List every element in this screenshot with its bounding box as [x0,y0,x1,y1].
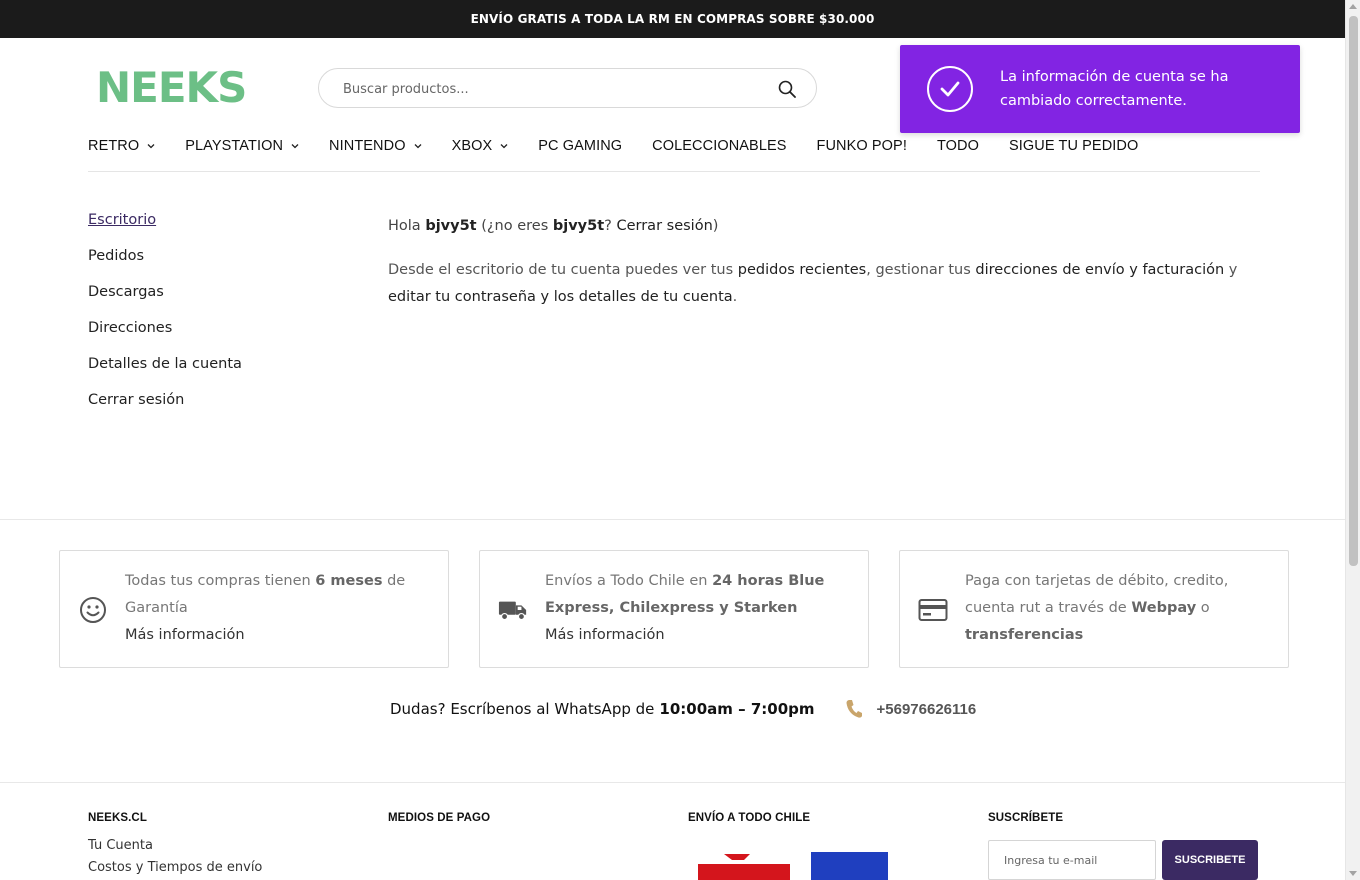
nav-item-label: XBOX [451,138,493,154]
smile-icon [80,597,106,623]
nav-item-label: PC GAMING [538,138,623,154]
more-info-link[interactable]: Más información [125,627,245,643]
username-repeat: bjvy5t [552,218,605,234]
footer-link-shipping[interactable]: Costos y Tiempos de envío [88,860,262,876]
feature-warranty: Todas tus compras tienen 6 meses de Gara… [59,550,449,668]
dashboard-description: Desde el escritorio de tu cuenta puedes … [388,262,1238,305]
footer-heading: SUSCRÍBETE [988,812,1064,824]
nav-item-label: TODO [936,138,979,154]
logo-image: NEEKS [96,63,247,112]
account-nav-orders[interactable]: Pedidos [88,246,348,282]
newsletter-email-input[interactable] [988,840,1156,880]
account-dashboard-content: Hola bjvy5t (¿no eres bjvy5t? Cerrar ses… [388,214,1268,311]
promo-text: ENVÍO GRATIS A TODA LA RM EN COMPRAS SOB… [470,12,875,26]
feature-payment: Paga con tarjetas de débito, credito, cu… [899,550,1289,668]
search-input[interactable] [343,79,763,99]
page: ENVÍO GRATIS A TODA LA RM EN COMPRAS SOB… [0,0,1345,880]
feature-text: Todas tus compras tienen 6 meses de Gara… [125,573,406,643]
feature-text: Envíos a Todo Chile en 24 horas Blue Exp… [545,573,825,643]
search-icon[interactable] [778,80,796,98]
courier-logos [698,852,888,880]
footer-col-neeks: NEEKS.CL Tu Cuenta Costos y Tiempos de e… [88,812,262,876]
nav-item-xbox[interactable]: XBOX [452,132,509,160]
svg-text:NEEKS: NEEKS [96,66,246,108]
features-band: Todas tus compras tienen 6 meses de Gara… [0,519,1345,783]
nav-item-pc-gaming[interactable]: PC GAMING [538,132,622,160]
account-nav-addresses[interactable]: Direcciones [88,318,348,354]
search-bar [318,68,817,108]
footer-link-account[interactable]: Tu Cuenta [88,838,262,854]
nav-item-coleccionables[interactable]: COLECCIONABLES [652,132,786,160]
username: bjvy5t [425,218,477,234]
business-hours: 10:00am – 7:00pm [659,700,815,718]
footer-col-payment: MEDIOS DE PAGO [388,812,490,824]
truck-icon [498,601,527,621]
credit-card-icon [918,599,948,621]
footer-heading: NEEKS.CL [88,812,147,824]
nav-item-label: NINTENDO [329,138,406,154]
nav-item-funko-pop[interactable]: FUNKO POP! [817,132,907,160]
account-nav-downloads[interactable]: Descargas [88,282,348,318]
nav-item-label: FUNKO POP! [816,138,907,154]
account-nav-logout[interactable]: Cerrar sesión [88,390,348,426]
feature-shipping: Envíos a Todo Chile en 24 horas Blue Exp… [479,550,869,668]
whatsapp-contact: Dudas? Escríbenos al WhatsApp de 10:00am… [390,700,977,718]
phone-icon [846,700,862,718]
nav-item-playstation[interactable]: PLAYSTATION [185,132,299,160]
promo-bar: ENVÍO GRATIS A TODA LA RM EN COMPRAS SOB… [0,0,1345,38]
edit-account-link[interactable]: editar tu contraseña y los detalles de t… [388,289,733,305]
footer-col-subscribe: SUSCRÍBETE [988,812,1063,824]
site-footer: NEEKS.CL Tu Cuenta Costos y Tiempos de e… [0,783,1345,880]
success-notification[interactable]: La información de cuenta se ha cambiado … [900,45,1300,133]
account-nav-account-details[interactable]: Detalles de la cuenta [88,354,348,390]
nav-item-label: COLECCIONABLES [652,138,787,154]
account-nav-dashboard[interactable]: Escritorio [88,210,348,246]
more-info-link[interactable]: Más información [545,627,665,643]
account-navigation: Escritorio Pedidos Descargas Direcciones… [88,210,348,426]
main-nav: RETRO PLAYSTATION NINTENDO XBOX PC GAMING COL… [88,132,1260,172]
scrollbar-thumb[interactable] [1349,16,1358,566]
footer-heading: MEDIOS DE PAGO [388,812,491,824]
logout-link[interactable]: Cerrar sesión [616,218,712,234]
greeting: Hola bjvy5t (¿no eres bjvy5t? Cerrar ses… [388,218,719,234]
scroll-down-arrow-icon[interactable] [1349,871,1357,876]
nav-item-nintendo[interactable]: NINTENDO [329,132,422,160]
site-logo[interactable]: NEEKS [96,63,258,112]
nav-item-label: SIGUE TU PEDIDO [1009,138,1139,154]
recent-orders-link[interactable]: pedidos recientes [738,262,866,278]
scroll-up-arrow-icon[interactable] [1349,4,1357,9]
chevron-down-icon [291,144,299,149]
chevron-down-icon [147,144,155,149]
payment-logos [428,870,668,880]
chevron-down-icon [500,144,508,149]
phone-number-link[interactable]: +56976626116 [877,701,977,718]
feature-text: Paga con tarjetas de débito, credito, cu… [965,573,1229,643]
notification-message: La información de cuenta se ha cambiado … [1000,69,1229,109]
addresses-link[interactable]: direcciones de envío y facturación [975,262,1224,278]
nav-item-todo[interactable]: TODO [937,132,979,160]
subscribe-button[interactable]: SUSCRIBETE [1162,840,1258,880]
chevron-down-icon [414,144,422,149]
nav-item-label: RETRO [88,138,140,154]
check-icon [927,66,973,112]
page-scrollbar[interactable] [1345,0,1360,880]
nav-item-sigue-tu-pedido[interactable]: SIGUE TU PEDIDO [1009,132,1138,160]
nav-item-retro[interactable]: RETRO [88,132,155,160]
nav-item-label: PLAYSTATION [185,138,284,154]
footer-col-shipping: ENVÍO A TODO CHILE [688,812,888,880]
footer-heading: ENVÍO A TODO CHILE [688,812,811,824]
